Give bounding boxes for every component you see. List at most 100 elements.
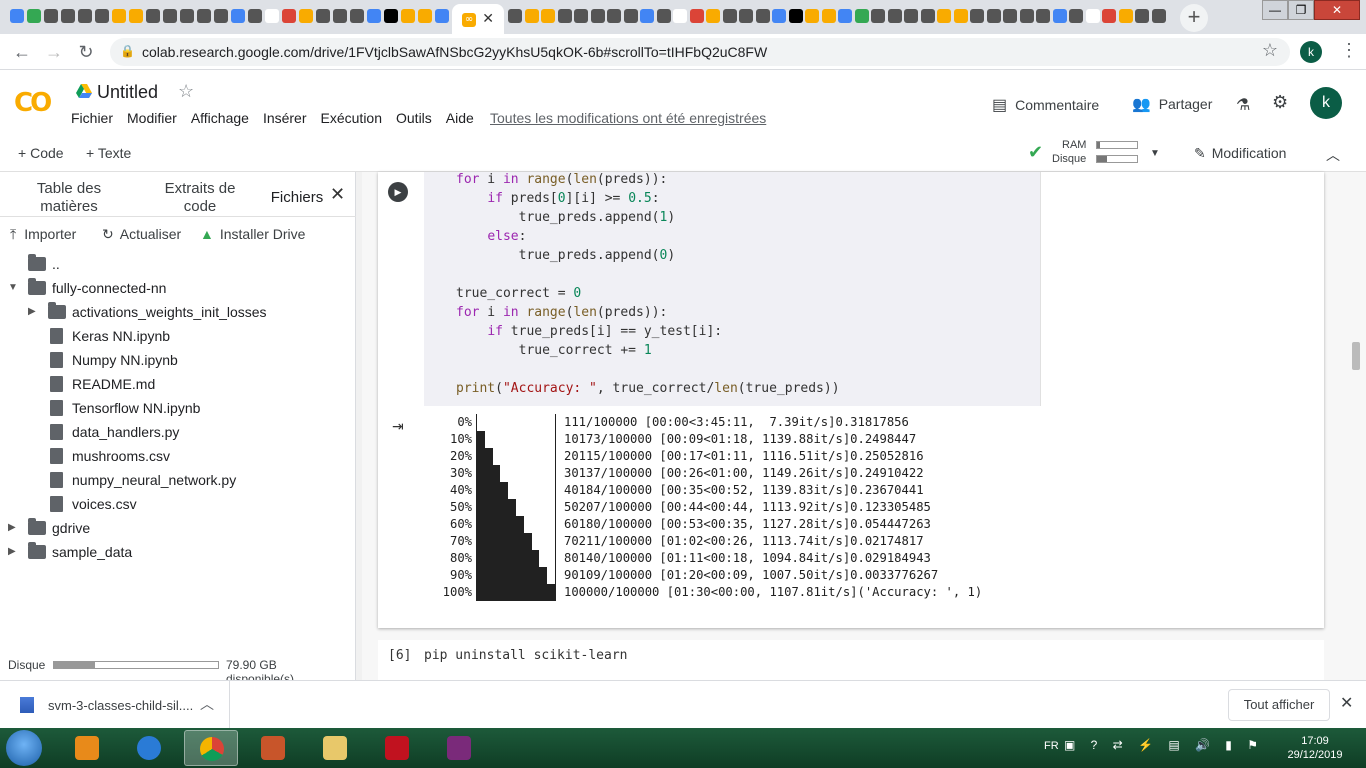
cell-code[interactable]: pip uninstall scikit-learn xyxy=(424,648,628,663)
star-icon[interactable]: ☆ xyxy=(178,81,194,102)
run-cell-button[interactable]: ▶ xyxy=(388,182,408,202)
tab-favicon-icon[interactable] xyxy=(78,9,92,23)
tab-favicon-icon[interactable] xyxy=(1019,9,1034,23)
menu-item[interactable]: Modifier xyxy=(127,110,177,126)
tree-item[interactable]: ▶ activations_weights_init_losses xyxy=(0,300,350,324)
tab-favicon-icon[interactable] xyxy=(821,9,836,23)
tab-favicon-icon[interactable] xyxy=(384,9,398,23)
tab-favicon-icon[interactable] xyxy=(607,9,621,23)
tab-favicon-icon[interactable] xyxy=(435,9,449,23)
tab-code-snippets[interactable]: Extraits de code xyxy=(150,180,250,216)
tab-favicon-icon[interactable] xyxy=(788,9,803,23)
tab-favicon-icon[interactable] xyxy=(112,9,126,23)
tab-favicon-icon[interactable] xyxy=(1036,9,1050,23)
account-avatar[interactable]: k xyxy=(1310,87,1342,119)
flask-icon[interactable]: ⚗ xyxy=(1236,95,1250,115)
back-button[interactable]: ← xyxy=(10,40,34,64)
caret-right-icon[interactable]: ▶ xyxy=(8,540,16,564)
tab-favicon-icon[interactable] xyxy=(1052,9,1067,23)
tab-favicon-icon[interactable] xyxy=(163,9,177,23)
close-window-button[interactable]: ✕ xyxy=(1314,0,1360,20)
tab-favicon-icon[interactable] xyxy=(920,9,935,23)
share-button[interactable]: 👥 Partager xyxy=(1132,95,1212,113)
tab-favicon-icon[interactable] xyxy=(574,9,588,23)
tree-item[interactable]: data_handlers.py xyxy=(0,420,350,444)
tab-favicon-icon[interactable] xyxy=(10,9,24,23)
caret-down-icon[interactable]: ▼ xyxy=(8,276,18,300)
tree-item[interactable]: numpy_neural_network.py xyxy=(0,468,350,492)
forward-button[interactable]: → xyxy=(42,40,66,64)
media-player-app[interactable] xyxy=(60,730,114,766)
tab-favicon-icon[interactable] xyxy=(508,9,522,23)
menu-item[interactable]: Affichage xyxy=(191,110,249,126)
tab-favicon-icon[interactable] xyxy=(986,9,1001,23)
tab-favicon-icon[interactable] xyxy=(350,9,364,23)
mount-drive-button[interactable]: ▲ Installer Drive xyxy=(200,226,305,242)
tab-favicon-icon[interactable] xyxy=(838,9,852,23)
tab-favicon-icon[interactable] xyxy=(673,9,687,23)
tree-item[interactable]: Keras NN.ipynb xyxy=(0,324,350,348)
tab-favicon-icon[interactable] xyxy=(887,9,902,23)
tab-favicon-icon[interactable] xyxy=(871,9,885,23)
tab-favicon-icon[interactable] xyxy=(299,9,313,23)
close-tab-icon[interactable]: ✕ xyxy=(482,10,494,27)
tab-favicon-icon[interactable] xyxy=(970,9,984,23)
tab-favicon-icon[interactable] xyxy=(854,9,869,23)
tab-favicon-icon[interactable] xyxy=(805,9,819,23)
close-download-bar-icon[interactable]: ✕ xyxy=(1340,693,1353,713)
bookmark-star-icon[interactable]: ☆ xyxy=(1262,40,1278,61)
active-tab[interactable]: ∞ ✕ xyxy=(452,4,504,34)
tab-favicon-icon[interactable] xyxy=(265,9,279,23)
tree-item[interactable]: .. xyxy=(0,252,350,276)
tab-favicon-icon[interactable] xyxy=(722,9,737,23)
internet-explorer-app[interactable] xyxy=(122,730,176,766)
reload-button[interactable]: ↻ xyxy=(74,40,98,64)
new-tab-button[interactable]: + xyxy=(1180,4,1208,32)
language-indicator[interactable]: FR xyxy=(1044,740,1059,752)
matlab-app[interactable] xyxy=(246,730,300,766)
code-editor[interactable]: for i in range(len(preds)): if preds[0][… xyxy=(424,172,1040,406)
tab-favicon-icon[interactable] xyxy=(316,9,330,23)
tab-favicon-icon[interactable] xyxy=(590,9,605,23)
tab-favicon-icon[interactable] xyxy=(180,9,194,23)
tab-favicon-icon[interactable] xyxy=(61,9,75,23)
tab-favicon-icon[interactable] xyxy=(333,9,347,23)
tab-favicon-icon[interactable] xyxy=(282,9,296,23)
menu-item[interactable]: Insérer xyxy=(263,110,307,126)
chrome-menu-icon[interactable]: ⋮ xyxy=(1340,40,1358,61)
tab-table-of-contents[interactable]: Table des matières xyxy=(24,180,114,216)
notebook-title[interactable]: Untitled xyxy=(97,82,158,103)
profile-avatar[interactable]: k xyxy=(1300,41,1322,63)
close-sidebar-icon[interactable]: ✕ xyxy=(330,184,345,205)
tab-files[interactable]: Fichiers xyxy=(262,189,332,207)
tab-favicon-icon[interactable] xyxy=(146,9,160,23)
settings-gear-icon[interactable]: ⚙ xyxy=(1272,92,1288,113)
tab-favicon-icon[interactable] xyxy=(367,9,381,23)
tab-favicon-icon[interactable] xyxy=(231,9,245,23)
tab-favicon-icon[interactable] xyxy=(1118,9,1133,23)
tab-favicon-icon[interactable] xyxy=(197,9,211,23)
tab-favicon-icon[interactable] xyxy=(214,9,228,23)
edit-mode-button[interactable]: ✎ Modification xyxy=(1194,145,1286,162)
show-all-downloads-button[interactable]: Tout afficher xyxy=(1228,689,1330,721)
menu-item[interactable]: Fichier xyxy=(71,110,113,126)
tab-favicon-icon[interactable] xyxy=(557,9,572,23)
tab-favicon-icon[interactable] xyxy=(1069,9,1083,23)
minimize-window-button[interactable]: — xyxy=(1262,0,1288,20)
acrobat-app[interactable] xyxy=(370,730,424,766)
tab-favicon-icon[interactable] xyxy=(689,9,704,23)
tab-favicon-icon[interactable] xyxy=(1151,9,1166,23)
tab-favicon-icon[interactable] xyxy=(1085,9,1100,23)
tray-icons[interactable]: ▣ ? ⇄ ⚡ ▤ 🔊 ▮ ⚑ xyxy=(1064,738,1264,752)
menu-item[interactable]: Exécution xyxy=(321,110,382,126)
tree-item[interactable]: ▶ sample_data xyxy=(0,540,350,564)
tab-favicon-icon[interactable] xyxy=(1135,9,1149,23)
chrome-app[interactable] xyxy=(184,730,238,766)
tree-item[interactable]: mushrooms.csv xyxy=(0,444,350,468)
tab-favicon-icon[interactable] xyxy=(27,9,41,23)
restore-window-button[interactable]: ❐ xyxy=(1288,0,1314,20)
tree-item[interactable]: voices.csv xyxy=(0,492,350,516)
add-text-button[interactable]: + Texte xyxy=(86,145,131,161)
notebook-scrollbar[interactable] xyxy=(1352,342,1360,370)
tree-item[interactable]: Tensorflow NN.ipynb xyxy=(0,396,350,420)
